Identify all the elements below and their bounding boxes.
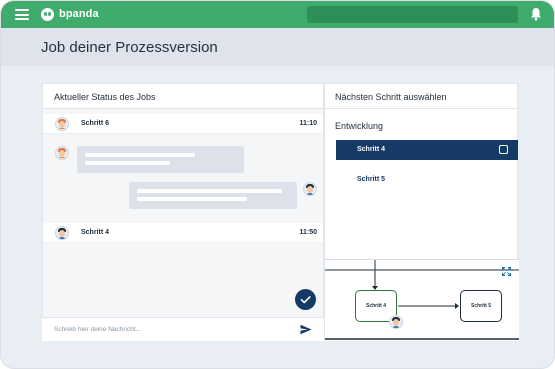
avatar xyxy=(389,315,403,329)
job-time: 11:50 xyxy=(299,229,317,236)
diagram-node-schritt-5[interactable]: Schritt 5 xyxy=(460,290,502,322)
job-name: Schritt 4 xyxy=(81,229,110,236)
avatar xyxy=(55,226,69,240)
app-window: bpanda Job deiner Prozessversion Aktuell… xyxy=(0,0,555,369)
message-placeholder: Schreib hier deine Nachricht... xyxy=(54,326,142,333)
avatar xyxy=(55,146,69,160)
job-row[interactable]: Schritt 4 11:50 xyxy=(43,223,323,243)
bpanda-logo-icon xyxy=(41,8,54,21)
job-name: Schritt 6 xyxy=(81,120,110,127)
job-row[interactable]: Schritt 6 11:10 xyxy=(43,114,323,134)
search-input[interactable] xyxy=(307,6,518,23)
send-icon[interactable] xyxy=(300,324,312,335)
option-schritt-4[interactable]: Schritt 4 xyxy=(336,140,518,160)
chat-bubble-incoming xyxy=(77,146,244,173)
process-diagram: Schritt 4 Schritt 5 xyxy=(325,259,519,341)
hamburger-icon[interactable] xyxy=(15,9,29,20)
brand-name: bpanda xyxy=(59,8,99,20)
option-label: Schritt 4 xyxy=(357,146,386,153)
option-label: Schritt 5 xyxy=(357,176,386,183)
job-time: 11:10 xyxy=(299,120,317,127)
job-status-panel: Aktueller Status des Jobs Schritt 6 11:1… xyxy=(42,83,324,341)
confirm-button[interactable] xyxy=(295,289,316,310)
message-input[interactable]: Schreib hier deine Nachricht... xyxy=(42,317,324,341)
option-schritt-5[interactable]: Schritt 5 xyxy=(336,170,518,190)
environment-label: Entwicklung xyxy=(335,121,384,131)
expand-icon[interactable] xyxy=(502,267,511,276)
chat-bubble-outgoing xyxy=(129,182,297,209)
checkbox-icon[interactable] xyxy=(499,145,508,154)
page-title: Job deiner Prozessversion xyxy=(41,39,218,56)
top-bar: bpanda xyxy=(1,1,554,28)
check-icon xyxy=(300,296,311,304)
job-status-header: Aktueller Status des Jobs xyxy=(43,84,323,109)
avatar xyxy=(303,182,317,196)
avatar xyxy=(55,117,69,131)
bell-icon[interactable] xyxy=(530,7,542,21)
next-step-panel: Nächsten Schritt auswählen Entwicklung S… xyxy=(324,83,519,341)
next-step-header: Nächsten Schritt auswählen xyxy=(325,84,517,109)
